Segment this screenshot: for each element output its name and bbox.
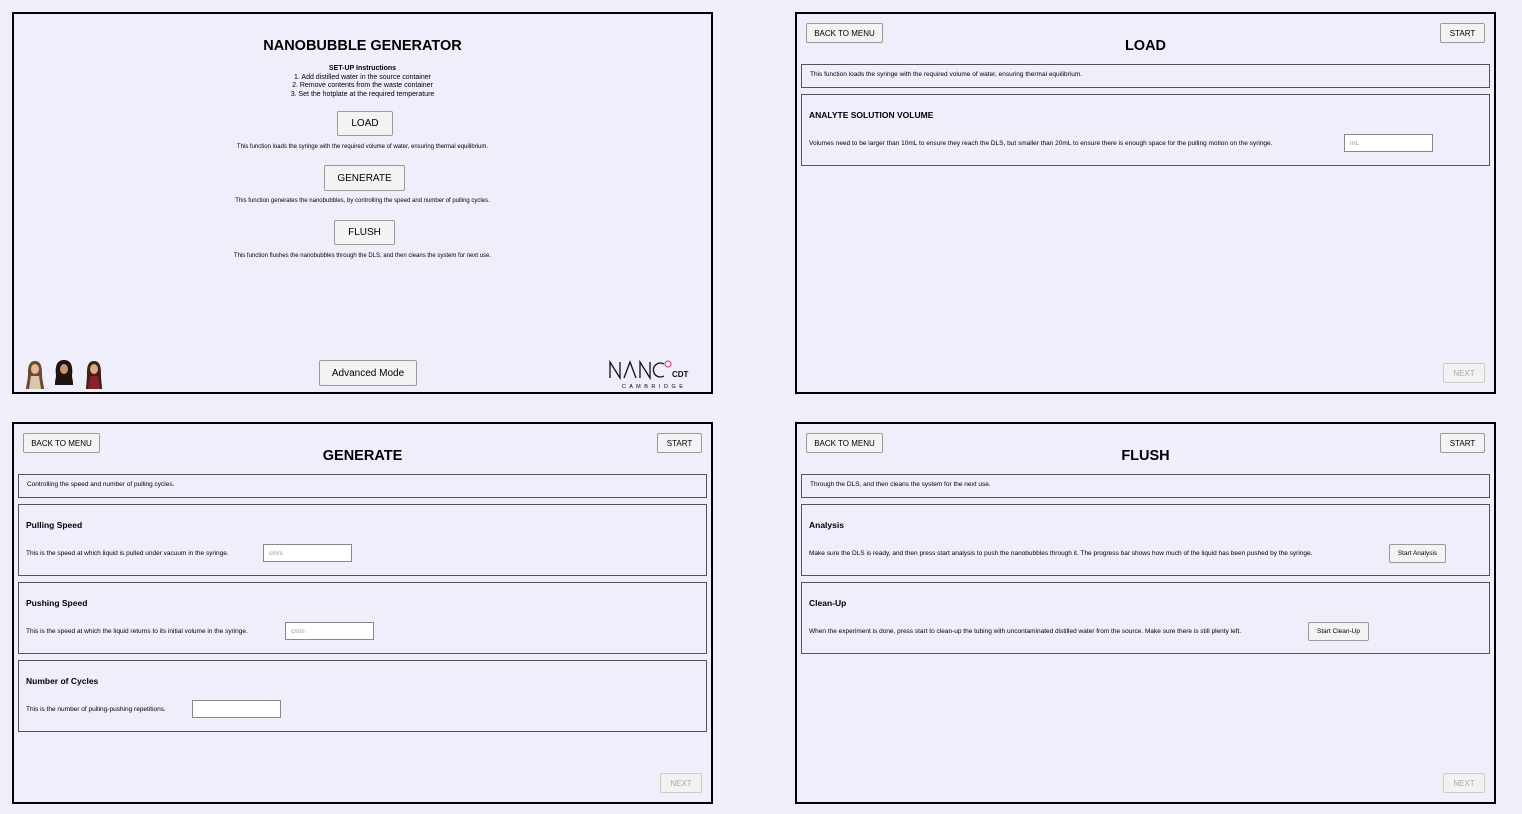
description-box: This function loads the syringe with the…: [801, 64, 1490, 88]
setup-title: SET-UP Instructions: [328, 65, 397, 72]
setup-step: 1. Add distilled water in the source con…: [294, 73, 431, 81]
section-title: Number of Cycles: [26, 676, 99, 686]
cycles-input[interactable]: [192, 700, 281, 718]
advanced-mode-button[interactable]: Advanced Mode: [319, 360, 417, 386]
section-title: ANALYTE SOLUTION VOLUME: [809, 110, 934, 120]
section-text: This is the speed at which the liquid re…: [26, 628, 248, 635]
next-button[interactable]: NEXT: [660, 773, 702, 793]
load-button[interactable]: LOAD: [337, 111, 393, 136]
volume-section: ANALYTE SOLUTION VOLUME Volumes need to …: [801, 94, 1490, 166]
generate-screen: BACK TO MENU START GENERATE Controlling …: [12, 422, 713, 804]
person-avatar-icon: [86, 361, 102, 389]
section-text: This is the number of pulling-pushing re…: [26, 706, 166, 713]
page-description: This function loads the syringe with the…: [810, 71, 1083, 78]
flush-description: This function flushes the nanobubbles th…: [233, 253, 492, 259]
person-avatar-icon: [26, 361, 44, 389]
person-avatar-icon: [55, 360, 73, 385]
generate-description: This function generates the nanobubbles,…: [235, 198, 490, 204]
app-title: NANOBUBBLE GENERATOR: [263, 38, 462, 54]
generate-button[interactable]: GENERATE: [324, 165, 405, 191]
section-text: This is the speed at which liquid is pul…: [26, 550, 229, 557]
page-description: Controlling the speed and number of pull…: [27, 481, 175, 488]
load-screen: BACK TO MENU START LOAD This function lo…: [795, 12, 1496, 394]
pushing-speed-section: Pushing Speed This is the speed at which…: [18, 582, 707, 654]
section-title: Analysis: [809, 520, 844, 530]
start-cleanup-button[interactable]: Start Clean-Up: [1308, 622, 1369, 641]
page-title: LOAD: [1124, 38, 1167, 54]
description-box: Through the DLS, and then cleans the sys…: [801, 474, 1490, 498]
page-title: GENERATE: [322, 448, 403, 464]
page-title: FLUSH: [1121, 448, 1170, 464]
start-analysis-button[interactable]: Start Analysis: [1389, 544, 1446, 563]
cycles-section: Number of Cycles This is the number of p…: [18, 660, 707, 732]
pushing-speed-input[interactable]: [285, 622, 374, 640]
logo-subtitle: C A M B R I D G E: [622, 384, 684, 390]
cleanup-section: Clean-Up When the experiment is done, pr…: [801, 582, 1490, 654]
section-title: Clean-Up: [809, 598, 847, 608]
nano-cdt-logo: CDT C A M B R I D G E: [608, 358, 698, 390]
section-text: Make sure the DLS is ready, and then pre…: [809, 550, 1313, 557]
section-title: Pushing Speed: [26, 598, 88, 608]
next-button[interactable]: NEXT: [1443, 773, 1485, 793]
section-text: When the experiment is done, press start…: [809, 628, 1242, 635]
menu-screen: NANOBUBBLE GENERATOR SET-UP Instructions…: [12, 12, 713, 394]
section-title: Pulling Speed: [26, 520, 83, 530]
svg-text:CDT: CDT: [672, 370, 689, 379]
pulling-speed-section: Pulling Speed This is the speed at which…: [18, 504, 707, 576]
setup-step: 2. Remove contents from the waste contai…: [292, 82, 433, 89]
nano-logo-mark-icon: CDT: [609, 359, 689, 381]
setup-step: 3. Set the hotplate at the required temp…: [290, 90, 435, 98]
setup-instructions: SET-UP Instructions 1. Add distilled wat…: [14, 65, 711, 99]
load-description: This function loads the syringe with the…: [236, 144, 489, 150]
section-text: Volumes need to be larger than 10mL to e…: [809, 140, 1273, 147]
pulling-speed-input[interactable]: [263, 544, 352, 562]
volume-input[interactable]: [1344, 134, 1433, 152]
flush-screen: BACK TO MENU START FLUSH Through the DLS…: [795, 422, 1496, 804]
page-description: Through the DLS, and then cleans the sys…: [810, 481, 991, 488]
flush-button[interactable]: FLUSH: [334, 220, 395, 245]
next-button[interactable]: NEXT: [1443, 363, 1485, 383]
analysis-section: Analysis Make sure the DLS is ready, and…: [801, 504, 1490, 576]
description-box: Controlling the speed and number of pull…: [18, 474, 707, 498]
